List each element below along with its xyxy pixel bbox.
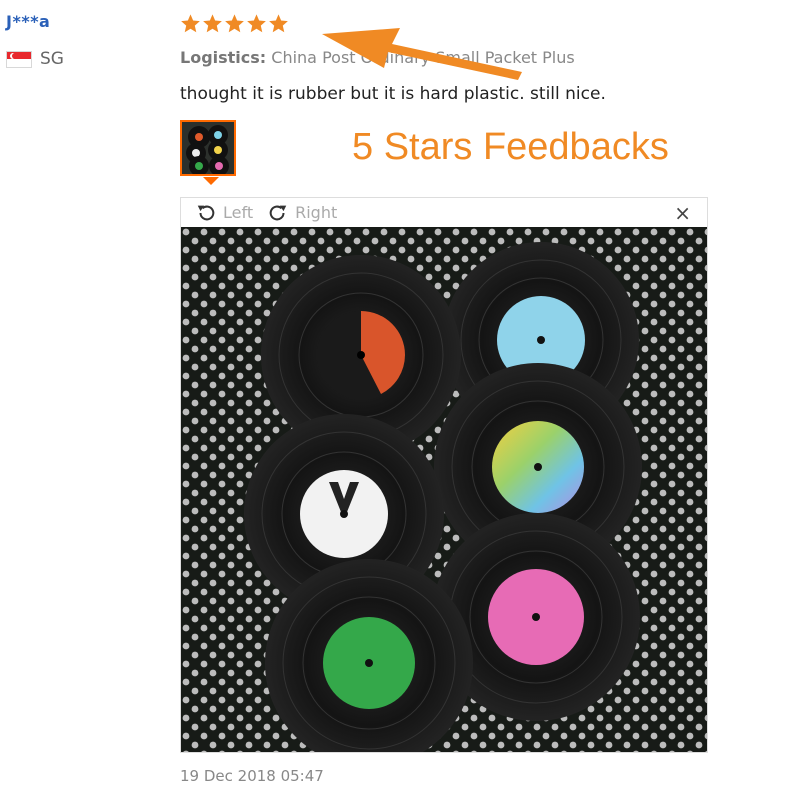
- reviewer-info: J***a SG: [6, 12, 64, 69]
- star-icon: [247, 14, 266, 33]
- five-stars-headline: 5 Stars Feedbacks: [352, 126, 669, 168]
- review-comment: thought it is rubber but it is hard plas…: [180, 84, 606, 104]
- logistics-label: Logistics:: [180, 48, 267, 67]
- star-icon: [181, 14, 200, 33]
- rotate-right-label: Right: [295, 203, 338, 222]
- review-timestamp: 19 Dec 2018 05:47: [180, 767, 324, 785]
- rotate-left-button[interactable]: Left: [195, 202, 253, 224]
- rotate-right-button[interactable]: Right: [267, 202, 337, 224]
- singapore-flag-icon: [6, 50, 32, 68]
- reviewer-name[interactable]: J***a: [6, 12, 64, 31]
- rotate-left-label: Left: [223, 203, 254, 222]
- reviewer-country: SG: [6, 49, 64, 69]
- star-icon: [269, 14, 288, 33]
- logistics-value: China Post Ordinary Small Packet Plus: [271, 48, 575, 67]
- rotate-left-icon: [197, 205, 215, 220]
- star-icon: [203, 14, 222, 33]
- close-icon[interactable]: ×: [674, 201, 691, 225]
- review-photo: [181, 227, 707, 752]
- viewer-toolbar: Left Right ×: [181, 198, 707, 227]
- rating-stars: [180, 13, 289, 34]
- review-photo-thumbnail[interactable]: [180, 120, 236, 176]
- logistics-info: Logistics: China Post Ordinary Small Pac…: [180, 48, 575, 67]
- star-icon: [225, 14, 244, 33]
- review-page: J***a SG Logistics: China Post Ordinary …: [0, 0, 800, 800]
- image-viewer: Left Right ×: [180, 197, 708, 753]
- country-code: SG: [40, 49, 64, 69]
- thumbnail-selected-caret: [203, 177, 219, 185]
- rotate-right-icon: [269, 205, 287, 220]
